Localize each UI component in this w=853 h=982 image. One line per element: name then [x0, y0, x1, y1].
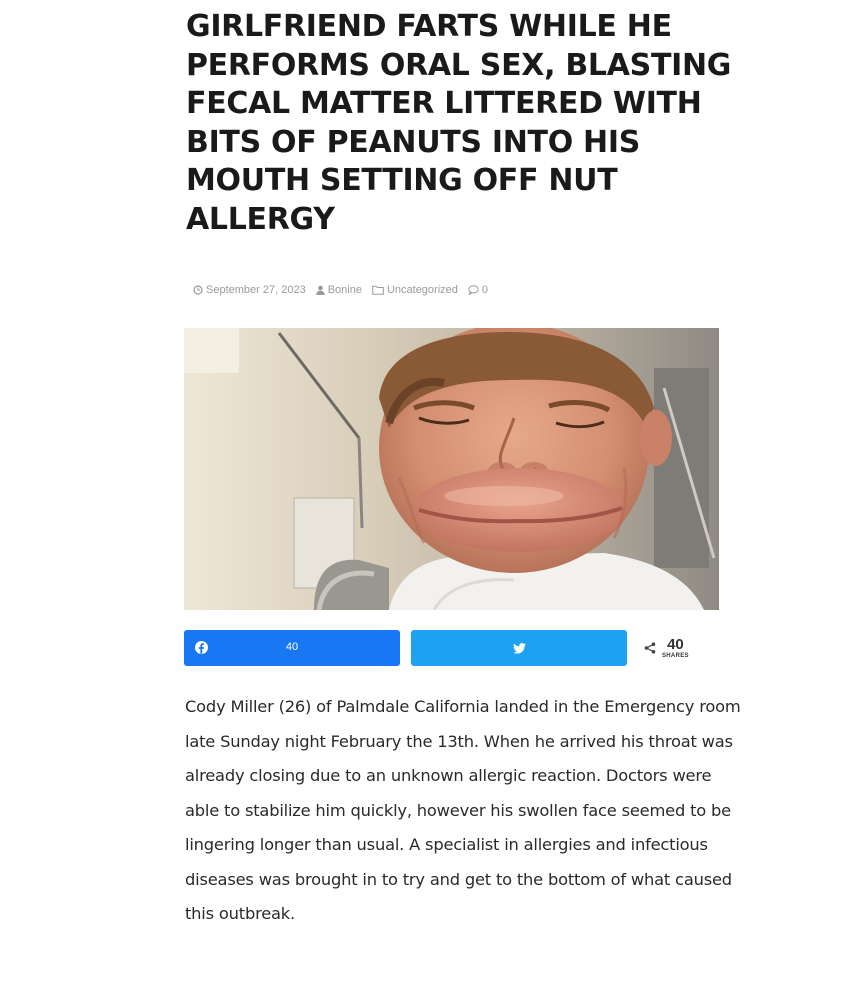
- post-comments[interactable]: 0: [468, 284, 488, 296]
- total-shares-label: SHARES: [662, 653, 689, 659]
- post-author[interactable]: Bonine: [315, 284, 362, 296]
- comment-icon: [468, 285, 479, 295]
- post-date-text: September 27, 2023: [206, 284, 306, 296]
- article-body: Cody Miller (26) of Palmdale California …: [185, 697, 741, 923]
- post-comments-count[interactable]: 0: [482, 284, 488, 296]
- post-category[interactable]: Uncategorized: [372, 284, 458, 296]
- article-title: GIRLFRIEND FARTS WHILE HE PERFORMS ORAL …: [186, 9, 732, 237]
- total-shares-count: 40: [667, 636, 684, 653]
- post-author-text[interactable]: Bonine: [328, 284, 362, 296]
- twitter-share-button[interactable]: [411, 630, 627, 666]
- post-date: September 27, 2023: [193, 284, 306, 296]
- clock-icon: [193, 285, 203, 295]
- facebook-share-count: 40: [285, 641, 299, 653]
- share-icon: [644, 642, 656, 654]
- twitter-icon: [512, 642, 526, 654]
- folder-icon: [372, 285, 384, 295]
- post-meta: September 27, 2023 Bonine Uncategorized …: [193, 284, 488, 296]
- featured-photo: [184, 328, 719, 610]
- share-bar: 40 40 SHARES: [184, 630, 714, 666]
- featured-photo-illustration: [184, 328, 719, 610]
- post-category-text[interactable]: Uncategorized: [387, 284, 458, 296]
- facebook-share-button[interactable]: 40: [184, 630, 400, 666]
- total-shares: 40 SHARES: [644, 630, 689, 666]
- user-icon: [315, 285, 325, 295]
